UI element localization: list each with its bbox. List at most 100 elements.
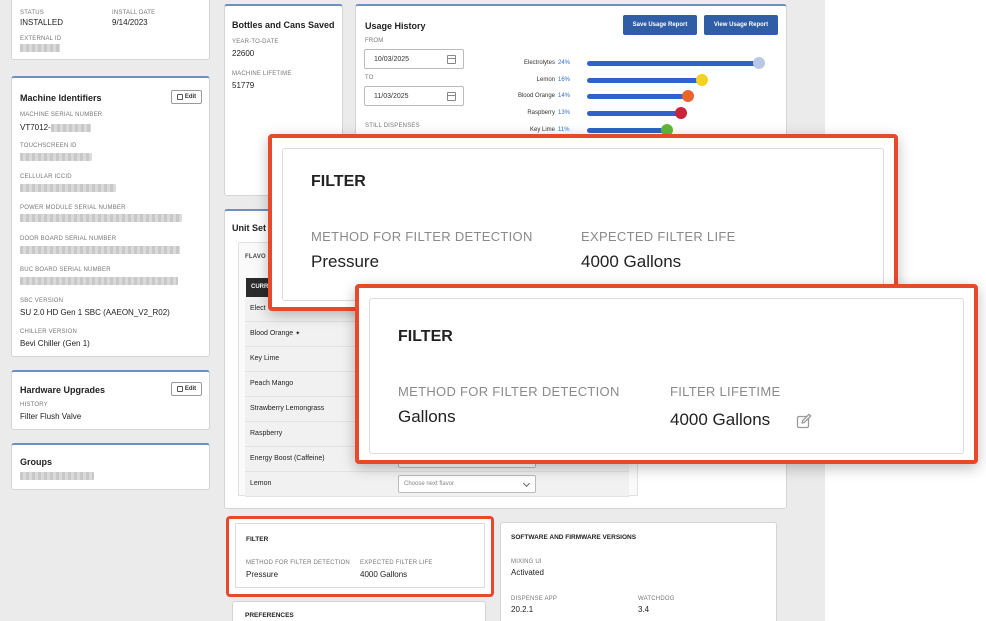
flavor-name: Key Lime <box>250 355 279 362</box>
usage-bar-flavor: Blood Orange <box>517 93 555 99</box>
field-label: CELLULAR ICCID <box>20 174 72 180</box>
to-date-input[interactable]: 11/03/2025 <box>364 86 464 106</box>
callout-after-title: FILTER <box>398 328 453 345</box>
flavor-name-text: Raspberry <box>250 430 283 437</box>
flavor-name-text: Energy Boost (Caffeine) <box>250 455 325 462</box>
usage-bar-fill <box>587 61 757 66</box>
callout-after-method-label: METHOD FOR FILTER DETECTION <box>398 384 620 399</box>
calendar-icon[interactable] <box>447 92 456 101</box>
from-label: FROM <box>365 38 384 44</box>
history-value: Filter Flush Valve <box>20 412 82 421</box>
serial-prefix: VT7012- <box>20 123 51 132</box>
flavor-marker-icon: ✦ <box>295 331 301 337</box>
to-date-value: 11/03/2025 <box>374 92 409 100</box>
lifetime-label: MACHINE LIFETIME <box>232 71 292 77</box>
filter-card-highlight: FILTER METHOD FOR FILTER DETECTION Press… <box>226 516 494 597</box>
filter-card: FILTER METHOD FOR FILTER DETECTION Press… <box>235 523 485 588</box>
status-label: STATUS <box>20 10 44 16</box>
redacted <box>20 277 178 285</box>
callout-before-title: FILTER <box>311 173 366 190</box>
filter-callout-after-card: FILTER METHOD FOR FILTER DETECTION Gallo… <box>369 298 964 454</box>
from-date-input[interactable]: 10/03/2025 <box>364 49 464 69</box>
redacted <box>50 123 91 132</box>
edit-pencil-icon[interactable] <box>796 413 812 429</box>
machine-identifiers-title: Machine Identifiers <box>20 93 102 103</box>
status-card: STATUS INSTALLED INSTALL DATE 9/14/2023 … <box>11 0 210 60</box>
current-header: CURR <box>251 284 269 290</box>
edit-icon <box>176 386 183 392</box>
usage-bar-fill <box>587 94 686 99</box>
usage-bar-flavor: Electrolytes <box>523 60 555 66</box>
flavor-row: Lemon Choose next flavor <box>245 472 629 497</box>
filter-callout-after: FILTER METHOD FOR FILTER DETECTION Gallo… <box>355 284 978 464</box>
flavor-fruit-icon <box>696 74 708 86</box>
usage-bar-percent: 14% <box>558 93 571 99</box>
usage-bar-fill <box>587 128 665 133</box>
next-flavor-placeholder: Choose next flavor <box>404 481 455 487</box>
software-title: SOFTWARE AND FIRMWARE VERSIONS <box>511 534 637 541</box>
groups-title: Groups <box>20 457 53 467</box>
redacted <box>20 246 180 254</box>
usage-bar-flavor: Raspberry <box>527 110 555 116</box>
callout-after-method-value: Gallons <box>398 407 456 426</box>
from-date-value: 10/03/2025 <box>374 55 410 63</box>
machine-identifiers-card: Machine Identifiers Edit MACHINE SERIAL … <box>11 76 210 357</box>
filter-life-label: EXPECTED FILTER LIFE <box>360 560 433 566</box>
flavor-name-text: Strawberry Lemongrass <box>250 405 325 412</box>
field-value: VT7012- <box>20 123 91 132</box>
flavor-fruit-icon <box>682 90 694 102</box>
hardware-upgrades-edit-button[interactable]: Edit <box>171 382 202 396</box>
bottles-title: Bottles and Cans Saved <box>232 20 335 30</box>
hardware-upgrades-card: Hardware Upgrades Edit HISTORY Filter Fl… <box>11 370 210 430</box>
machine-identifiers-edit-button[interactable]: Edit <box>171 90 202 104</box>
flavor-name: Blood Orange ✦ <box>250 330 300 337</box>
field-value: SU 2.0 HD Gen 1 SBC (AAEON_V2_R02) <box>20 308 170 317</box>
install-date-value: 9/14/2023 <box>112 18 148 27</box>
hardware-upgrades-title: Hardware Upgrades <box>20 385 106 395</box>
calendar-icon[interactable] <box>447 55 456 64</box>
to-label: TO <box>365 75 374 81</box>
usage-bar-row: Lemon 16% <box>490 74 790 87</box>
usage-title: Usage History <box>365 21 426 31</box>
field-value: Bevi Chiller (Gen 1) <box>20 339 90 348</box>
flavor-name-text: Blood Orange <box>250 330 294 337</box>
flavor-name-text: Peach Mango <box>250 380 294 387</box>
dispense-app-value: 20.2.1 <box>511 605 534 614</box>
history-label: HISTORY <box>20 402 48 408</box>
next-flavor-select[interactable]: Choose next flavor <box>398 475 536 493</box>
preferences-card: PREFERENCES <box>232 601 486 621</box>
callout-before-method-value: Pressure <box>311 252 380 271</box>
still-dispenses-label: STILL DISPENSES <box>365 123 420 129</box>
preferences-title: PREFERENCES <box>245 612 294 619</box>
usage-bar-row: Electrolytes 24% <box>490 57 790 70</box>
ytd-label: YEAR-TO-DATE <box>232 39 279 45</box>
flavor-fruit-icon <box>675 107 687 119</box>
usage-bar-percent: 24% <box>558 60 571 66</box>
save-usage-report-button[interactable]: Save Usage Report <box>623 15 697 35</box>
view-usage-report-button[interactable]: View Usage Report <box>704 15 778 35</box>
chevron-down-icon <box>522 479 531 488</box>
callout-before-method-label: METHOD FOR FILTER DETECTION <box>311 229 533 244</box>
field-label: POWER MODULE SERIAL NUMBER <box>20 205 126 211</box>
flavor-name-text: Key Lime <box>250 355 280 362</box>
install-date-label: INSTALL DATE <box>112 10 156 16</box>
redacted <box>20 153 92 161</box>
filter-life-value: 4000 Gallons <box>360 570 408 579</box>
field-label: CHILLER VERSION <box>20 329 78 335</box>
field-label: TOUCHSCREEN ID <box>20 143 77 149</box>
usage-bar-row: Blood Orange 14% <box>490 90 790 103</box>
edit-icon <box>176 94 183 100</box>
flavor-name: Elect <box>250 305 266 312</box>
usage-bar-fill <box>587 111 679 116</box>
mixing-ui-value: Activated <box>511 568 544 577</box>
field-label: BUC BOARD SERIAL NUMBER <box>20 267 111 273</box>
usage-bar-flavor: Lemon <box>536 77 555 83</box>
usage-bar-percent: 11% <box>558 127 570 133</box>
redacted <box>20 184 116 192</box>
callout-after-life-label: FILTER LIFETIME <box>670 384 781 399</box>
watchdog-label: WATCHDOG <box>638 596 675 602</box>
usage-bar-flavor: Key Lime <box>529 127 555 133</box>
external-id-label: EXTERNAL ID <box>20 36 62 42</box>
field-label: DOOR BOARD SERIAL NUMBER <box>20 236 117 242</box>
usage-bar-percent: 13% <box>558 110 571 116</box>
